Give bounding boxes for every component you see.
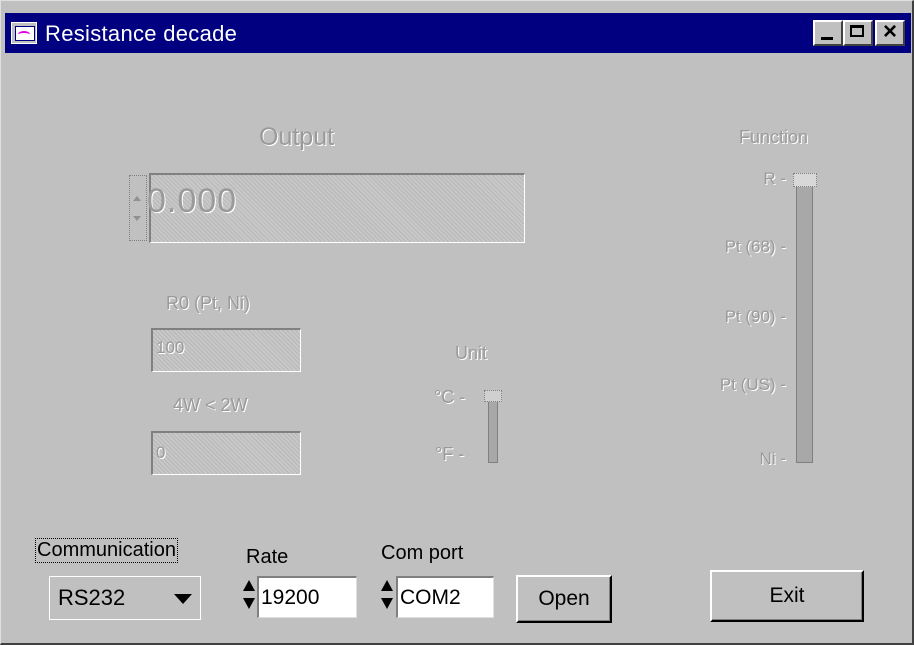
close-icon: × [882, 18, 897, 45]
com-port-field[interactable]: COM2 [396, 576, 494, 618]
function-option-pt68: Pt (68) - [724, 237, 786, 256]
app-icon-wave [18, 31, 30, 38]
app-icon[interactable] [11, 22, 37, 44]
output-spinner-down-icon[interactable] [133, 216, 141, 221]
window-title: Resistance decade [45, 21, 238, 46]
output-label: Output [259, 123, 335, 151]
function-option-r: R - [763, 169, 786, 188]
title-bar[interactable]: Resistance decade × [5, 13, 911, 53]
function-option-r-label: R [763, 169, 776, 188]
com-port-spinner-down-icon[interactable] [381, 598, 393, 609]
function-option-pt68-label: Pt (68) [724, 237, 776, 256]
minimize-icon [821, 37, 833, 40]
rate-field[interactable]: 19200 [257, 576, 357, 618]
function-option-ptus: Pt (US) - [719, 375, 786, 394]
function-option-ni-label: Ni [759, 449, 776, 468]
rate-spinner[interactable] [242, 576, 256, 618]
output-spinner[interactable] [129, 175, 147, 241]
unit-slider-thumb[interactable] [484, 390, 502, 402]
function-option-ptus-label: Pt (US) [719, 375, 776, 394]
exit-button[interactable]: Exit [710, 570, 864, 622]
function-option-pt90: Pt (90) - [724, 307, 786, 326]
close-button[interactable]: × [875, 18, 905, 46]
app-window: Resistance decade × Output 0.000 R0 (Pt,… [0, 0, 914, 645]
output-value: 0.000 [147, 182, 238, 220]
wire-mode-value: 0 [156, 443, 166, 462]
communication-select[interactable]: RS232 [49, 576, 201, 620]
rate-spinner-up-icon[interactable] [243, 580, 255, 591]
rate-value: 19200 [261, 586, 320, 609]
rate-label: Rate [246, 546, 289, 568]
unit-option-celsius-label: °C [434, 387, 455, 407]
unit-option-fahrenheit: °F - [435, 444, 465, 464]
minimize-button[interactable] [813, 20, 843, 46]
com-port-spinner-up-icon[interactable] [381, 580, 393, 591]
maximize-button[interactable] [843, 20, 873, 46]
function-slider-track[interactable] [796, 177, 813, 463]
maximize-icon [850, 25, 864, 37]
unit-option-fahrenheit-label: °F [435, 444, 454, 464]
com-port-label: Com port [381, 542, 464, 564]
unit-label: Unit [455, 343, 488, 363]
chevron-down-icon[interactable] [174, 594, 192, 604]
function-slider-thumb[interactable] [793, 173, 817, 187]
communication-label: Communication [35, 538, 178, 563]
com-port-spinner[interactable] [380, 576, 394, 618]
wire-mode-field[interactable] [151, 431, 301, 475]
rate-spinner-down-icon[interactable] [243, 598, 255, 609]
function-option-ni: Ni - [759, 449, 786, 468]
open-button[interactable]: Open [516, 575, 612, 623]
communication-select-value: RS232 [58, 585, 126, 610]
unit-option-celsius: °C - [434, 387, 466, 407]
com-port-value: COM2 [400, 586, 461, 609]
r0-value: 100 [156, 338, 185, 357]
output-spinner-up-icon[interactable] [133, 196, 141, 201]
unit-slider-track[interactable] [488, 393, 498, 463]
wire-mode-label: 4W < 2W [173, 395, 248, 415]
function-label: Function [739, 127, 809, 147]
r0-label: R0 (Pt, Ni) [166, 293, 251, 313]
function-option-pt90-label: Pt (90) [724, 307, 776, 326]
